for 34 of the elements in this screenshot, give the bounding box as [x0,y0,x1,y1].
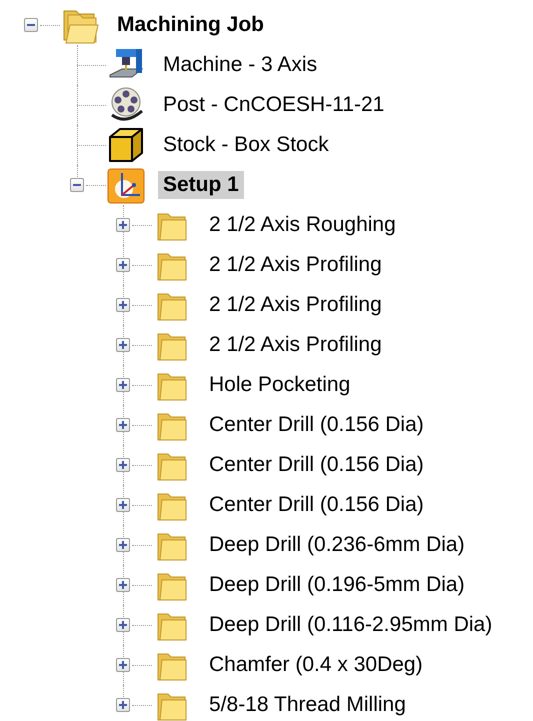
tree-item[interactable]: Center Drill (0.156 Dia) [204,411,429,439]
expand-toggle[interactable] [116,338,130,352]
tree-item[interactable]: 2 1/2 Axis Roughing [204,211,401,239]
expand-toggle[interactable] [116,218,130,232]
tree-item[interactable]: Deep Drill (0.196-5mm Dia) [204,571,470,599]
tree-item[interactable]: Center Drill (0.156 Dia) [204,451,429,479]
tree-item[interactable]: Center Drill (0.156 Dia) [204,491,429,519]
tree-item[interactable]: Post - CnCOESH-11-21 [158,91,390,119]
expand-toggle[interactable] [116,618,130,632]
cube-icon [106,125,146,165]
tree-item[interactable]: 2 1/2 Axis Profiling [204,331,387,359]
tree-item[interactable]: Deep Drill (0.236-6mm Dia) [204,531,470,559]
tree-item[interactable]: Stock - Box Stock [158,131,334,159]
tree-item[interactable]: Machining Job [112,11,269,39]
expand-toggle[interactable] [116,298,130,312]
expand-toggle[interactable] [116,498,130,512]
tree-item[interactable]: 5/8-18 Thread Milling [204,691,411,719]
expand-toggle[interactable] [116,658,130,672]
expand-toggle[interactable] [116,538,130,552]
collapse-toggle[interactable] [24,18,38,32]
tree-item[interactable]: Chamfer (0.4 x 30Deg) [204,651,428,679]
expand-toggle[interactable] [116,258,130,272]
tree-item[interactable]: 2 1/2 Axis Profiling [204,291,387,319]
tree-item[interactable]: Machine - 3 Axis [158,51,322,79]
collapse-toggle[interactable] [70,178,84,192]
tree-item[interactable]: Setup 1 [158,171,244,199]
tree-item[interactable]: Deep Drill (0.116-2.95mm Dia) [204,611,498,639]
expand-toggle[interactable] [116,418,130,432]
tree-item[interactable]: Hole Pocketing [204,371,356,399]
expand-toggle[interactable] [116,378,130,392]
tree-item[interactable]: 2 1/2 Axis Profiling [204,251,387,279]
expand-toggle[interactable] [116,698,130,712]
expand-toggle[interactable] [116,578,130,592]
expand-toggle[interactable] [116,458,130,472]
